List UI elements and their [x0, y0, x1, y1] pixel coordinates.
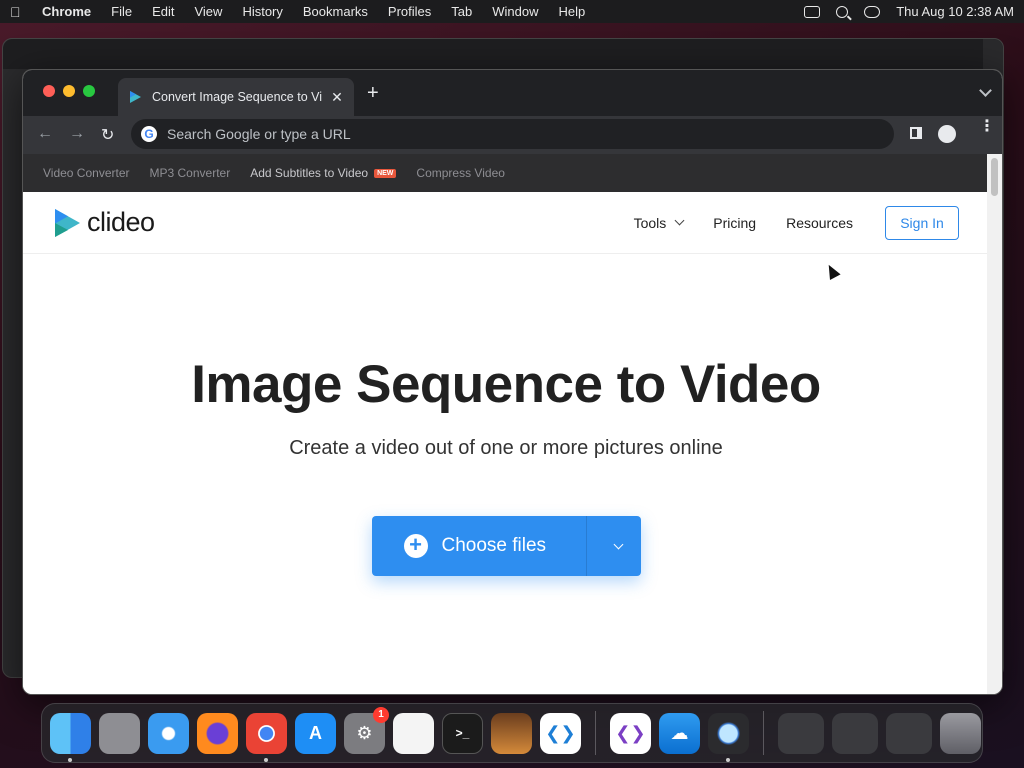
zoom-window-button[interactable] — [83, 85, 95, 97]
nav-tools[interactable]: Tools — [633, 214, 685, 231]
apple-menu-icon[interactable]:  — [10, 4, 30, 20]
logo-text: clideo — [87, 207, 155, 237]
chrome-menu-icon[interactable]: ⋮ — [979, 119, 995, 135]
safari-icon[interactable] — [148, 712, 189, 754]
menu-window[interactable]: Window — [492, 4, 538, 19]
new-tab-icon[interactable]: + — [367, 83, 379, 103]
minimized-window-icon[interactable] — [778, 712, 824, 754]
dock-separator — [763, 711, 764, 755]
address-bar[interactable]: G — [131, 119, 894, 149]
menu-clock[interactable]: Thu Aug 10 2:38 AM — [896, 4, 1014, 19]
launchpad-icon[interactable] — [99, 712, 140, 754]
screen-mirroring-icon[interactable] — [804, 5, 821, 18]
clideo-favicon-icon — [130, 91, 141, 103]
page-title: Image Sequence to Video — [191, 355, 821, 414]
menu-profiles[interactable]: Profiles — [388, 4, 431, 19]
chrome-icon[interactable] — [246, 712, 287, 762]
top-link-add-subtitles-label: Add Subtitles to Video — [250, 166, 369, 180]
top-link-video-converter[interactable]: Video Converter — [43, 166, 130, 180]
plus-icon: + — [403, 534, 428, 558]
chrome-window: Convert Image Sequence to Vi ✕ + ← → ↻ G… — [22, 69, 1003, 695]
top-link-compress-video[interactable]: Compress Video — [416, 166, 505, 180]
textedit-icon[interactable] — [393, 712, 434, 754]
menu-file[interactable]: File — [111, 4, 132, 19]
firefox-icon[interactable] — [197, 712, 238, 754]
control-center-icon[interactable] — [864, 5, 881, 18]
nav-tools-label: Tools — [633, 214, 667, 231]
choose-files-button[interactable]: + Choose files — [372, 516, 587, 576]
macos-menu-bar:  Chrome File Edit View History Bookmark… — [0, 0, 1024, 23]
menu-edit[interactable]: Edit — [152, 4, 174, 19]
back-arrow-icon[interactable]: ← — [37, 125, 53, 143]
profile-avatar-icon[interactable] — [938, 125, 956, 143]
menu-tab[interactable]: Tab — [451, 4, 472, 19]
scrollbar-thumb[interactable] — [991, 158, 998, 196]
menu-view[interactable]: View — [194, 4, 222, 19]
chevron-down-icon — [613, 539, 624, 549]
window-controls — [43, 85, 95, 97]
minimized-window-icon[interactable] — [886, 712, 932, 754]
trash-icon[interactable] — [940, 712, 981, 754]
terminal-icon[interactable]: >_ — [442, 712, 483, 754]
reload-icon[interactable]: ↻ — [101, 125, 114, 145]
minimize-window-button[interactable] — [63, 85, 75, 97]
menu-history[interactable]: History — [242, 4, 282, 19]
omnibox-input[interactable] — [167, 126, 767, 142]
vscode-icon[interactable]: ❮❯ — [540, 712, 581, 754]
icloud-icon[interactable]: ☁ — [659, 712, 700, 754]
running-indicator — [68, 757, 72, 762]
app-store-icon[interactable]: A — [295, 712, 336, 754]
browser-toolbar: ← → ↻ G ⋮ — [23, 116, 1002, 154]
side-panel-icon[interactable] — [910, 127, 922, 139]
tab-title: Convert Image Sequence to Vi — [152, 90, 323, 104]
menu-bookmarks[interactable]: Bookmarks — [303, 4, 368, 19]
close-window-button[interactable] — [43, 85, 55, 97]
garageband-icon[interactable] — [491, 712, 532, 754]
clideo-logo[interactable]: clideo — [53, 207, 155, 238]
system-settings-icon[interactable]: ⚙ 1 — [344, 706, 389, 754]
top-link-add-subtitles[interactable]: Add Subtitles to Video NEW — [250, 166, 397, 180]
tab-active[interactable]: Convert Image Sequence to Vi ✕ — [118, 78, 354, 116]
page-subtitle: Create a video out of one or more pictur… — [289, 437, 723, 459]
clideo-logo-icon — [55, 208, 80, 237]
dock-separator — [595, 711, 596, 755]
menu-help[interactable]: Help — [559, 4, 586, 19]
visual-studio-icon[interactable]: ❮❯ — [610, 712, 651, 754]
running-indicator — [264, 757, 268, 762]
site-nav: Tools Pricing Resources Sign In — [604, 205, 959, 240]
hero-section: Image Sequence to Video Create a video o… — [23, 354, 989, 576]
spotlight-search-icon[interactable] — [836, 5, 849, 18]
notification-badge: 1 — [373, 706, 389, 723]
page-scrollbar[interactable] — [987, 154, 1002, 694]
running-indicator — [726, 757, 730, 762]
google-icon: G — [141, 126, 157, 142]
tab-close-icon[interactable]: ✕ — [330, 89, 344, 106]
quicktime-icon[interactable] — [708, 712, 749, 762]
new-badge: NEW — [374, 168, 397, 178]
chevron-down-icon — [674, 215, 685, 226]
macos-dock: A ⚙ 1 >_ ❮❯ ❮❯ ☁ — [41, 703, 983, 763]
tab-bar: Convert Image Sequence to Vi ✕ + — [23, 70, 1002, 116]
site-header: clideo Tools Pricing Resources Sign In — [23, 192, 989, 254]
tab-search-chevron-icon[interactable] — [979, 84, 992, 97]
choose-files-button-group: + Choose files — [371, 516, 641, 576]
top-link-mp3-converter[interactable]: MP3 Converter — [150, 166, 231, 180]
nav-resources[interactable]: Resources — [786, 215, 853, 231]
nav-pricing[interactable]: Pricing — [713, 215, 756, 231]
web-page: Video Converter MP3 Converter Add Subtit… — [23, 154, 989, 694]
choose-files-label: Choose files — [441, 535, 547, 556]
upload-source-dropdown[interactable] — [587, 516, 641, 576]
forward-arrow-icon[interactable]: → — [69, 125, 85, 143]
minimized-window-icon[interactable] — [832, 712, 878, 754]
sign-in-button[interactable]: Sign In — [885, 205, 959, 240]
site-top-links: Video Converter MP3 Converter Add Subtit… — [23, 154, 989, 192]
finder-icon[interactable] — [50, 712, 91, 762]
background-tab-strip — [3, 39, 1003, 69]
menu-app-name[interactable]: Chrome — [42, 4, 91, 19]
